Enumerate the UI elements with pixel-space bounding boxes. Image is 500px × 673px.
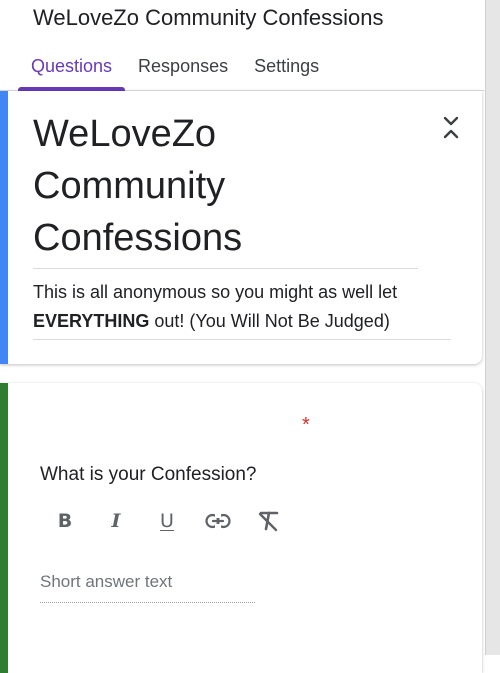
- form-editor-header: WeLoveZo Community Confessions Questions…: [0, 0, 486, 91]
- form-title-line: Confessions: [33, 217, 243, 259]
- form-title[interactable]: WeLoveZo Community Confessions: [33, 108, 418, 269]
- format-toolbar: B I U: [52, 507, 307, 535]
- form-description[interactable]: This is all anonymous so you might as we…: [33, 278, 451, 340]
- underline-button[interactable]: U: [154, 507, 180, 535]
- title-card-accent-bar: [0, 91, 8, 364]
- required-marker: *: [302, 414, 310, 436]
- form-title-line: WeLoveZo: [33, 113, 217, 155]
- editor-tabs: Questions Responses Settings: [18, 52, 332, 91]
- form-description-line: EVERYTHING out! (You Will Not Be Judged): [33, 307, 451, 336]
- italic-icon: I: [111, 509, 121, 532]
- scrollbar-track[interactable]: [485, 0, 500, 655]
- link-icon: [205, 513, 231, 529]
- question-card-accent-bar: [0, 383, 8, 673]
- tab-settings[interactable]: Settings: [241, 52, 332, 90]
- tab-questions[interactable]: Questions: [18, 52, 126, 91]
- question-card[interactable]: * What is your Confession? B I U Short a…: [0, 383, 482, 673]
- form-description-bold: EVERYTHING: [33, 311, 150, 331]
- clear-formatting-icon: [258, 511, 279, 532]
- clear-formatting-button[interactable]: [256, 507, 282, 535]
- collapse-icon: [443, 116, 459, 139]
- underline-icon: U: [160, 509, 174, 532]
- link-button[interactable]: [205, 507, 231, 535]
- short-answer-placeholder: Short answer text: [40, 572, 255, 603]
- form-description-rest: out! (You Will Not Be Judged): [149, 311, 390, 331]
- bold-icon: B: [57, 509, 73, 532]
- bold-button[interactable]: B: [52, 507, 78, 535]
- app-title: WeLoveZo Community Confessions: [33, 5, 384, 30]
- collapse-button[interactable]: [440, 114, 462, 142]
- tab-responses[interactable]: Responses: [125, 52, 241, 90]
- form-title-line: Community: [33, 165, 226, 207]
- form-title-card[interactable]: WeLoveZo Community Confessions This is a…: [0, 91, 482, 364]
- italic-button[interactable]: I: [103, 507, 129, 535]
- form-description-line: This is all anonymous so you might as we…: [33, 282, 398, 302]
- question-title[interactable]: What is your Confession?: [40, 464, 257, 486]
